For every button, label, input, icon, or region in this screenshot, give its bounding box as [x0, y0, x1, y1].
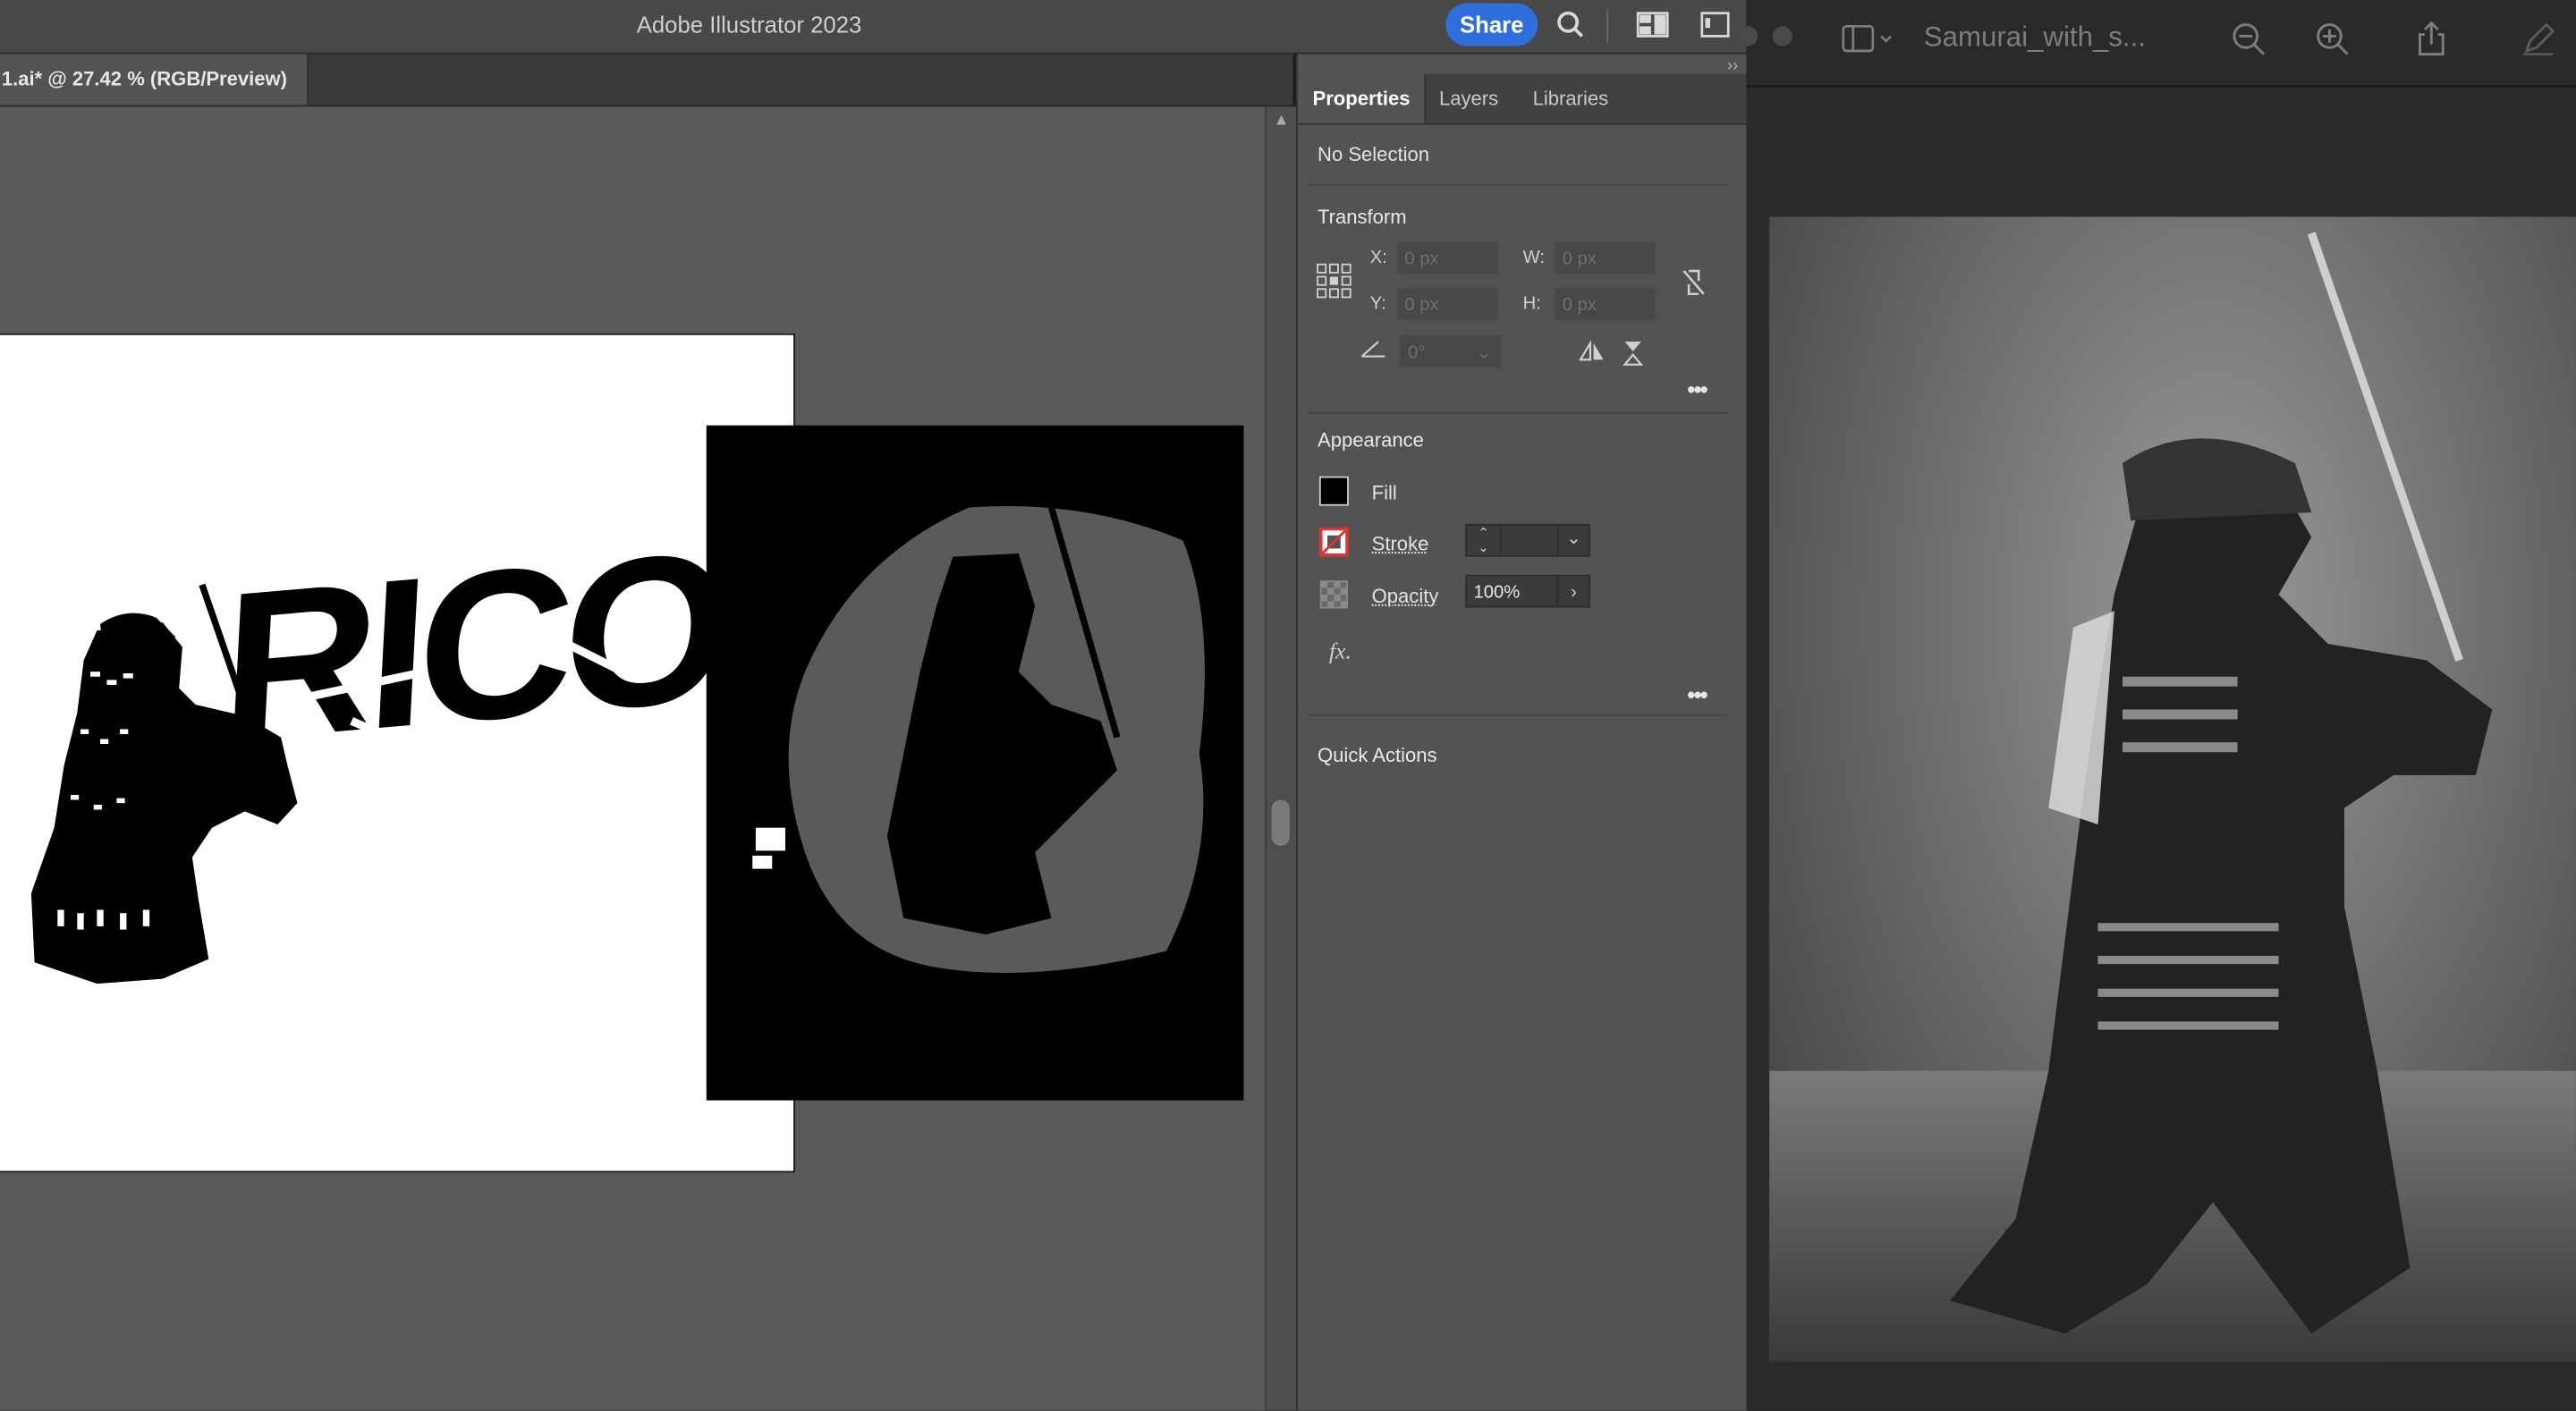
flip-horizontal-icon[interactable] [1578, 339, 1605, 371]
scrollbar-thumb[interactable] [1271, 799, 1290, 846]
fx-button[interactable]: fx. [1329, 640, 1352, 666]
workspace-icon[interactable] [1699, 10, 1732, 39]
properties-panel: ›› Properties Layers Libraries No Select… [1296, 54, 1749, 1411]
canvas[interactable]: RICO [0, 106, 1266, 1411]
w-label: W: [1522, 248, 1545, 268]
chevron-right-icon[interactable]: › [1557, 574, 1590, 608]
y-label: Y: [1369, 293, 1386, 314]
fill-swatch[interactable] [1318, 476, 1349, 506]
appearance-heading: Appearance [1318, 428, 1424, 452]
x-field[interactable]: 0 px [1396, 241, 1499, 275]
y-field[interactable]: 0 px [1396, 287, 1499, 321]
opacity-label[interactable]: Opacity [1372, 585, 1439, 608]
x-label: X: [1369, 248, 1387, 268]
chevron-down-icon[interactable]: ⌄ [1557, 525, 1589, 555]
rico-text: RICO [216, 506, 729, 787]
tab-layers[interactable]: Layers [1424, 74, 1513, 123]
window-control[interactable] [1772, 26, 1792, 46]
window-control[interactable] [1738, 26, 1758, 46]
illustrator-titlebar: Adobe Illustrator 2023 Share [0, 0, 1747, 55]
preview-document-title: Samurai_with_s... [1923, 21, 2146, 53]
collapse-panel-icon[interactable]: ›› [1727, 57, 1738, 75]
flip-vertical-icon[interactable] [1622, 340, 1645, 375]
tab-libraries[interactable]: Libraries [1518, 74, 1623, 123]
share-icon[interactable] [2413, 21, 2449, 57]
more-options-icon[interactable]: ••• [1687, 681, 1707, 707]
transform-heading: Transform [1318, 205, 1407, 229]
rotate-value: 0° [1408, 342, 1426, 363]
toolbar-separator [1606, 10, 1609, 43]
vertical-scrollbar[interactable]: ▲ [1265, 106, 1297, 1411]
tab-properties[interactable]: Properties [1297, 73, 1427, 123]
app-title: Adobe Illustrator 2023 [636, 11, 862, 38]
stroke-label[interactable]: Stroke [1372, 532, 1429, 555]
chevron-down-icon: ⌄ [1476, 342, 1492, 363]
fill-label: Fill [1371, 481, 1397, 504]
traced-samurai-image[interactable] [706, 425, 1244, 1101]
markup-pen-icon[interactable] [2520, 21, 2555, 57]
samurai-photo[interactable] [1769, 216, 2576, 1362]
selection-status: No Selection [1318, 142, 1430, 166]
stroke-weight-field[interactable]: ⌃ ⌄ ⌄ [1465, 523, 1590, 557]
stroke-swatch[interactable] [1318, 527, 1349, 565]
zoom-out-icon[interactable] [2231, 21, 2267, 57]
sidebar-toggle-icon[interactable] [1840, 21, 1895, 57]
share-button[interactable]: Share [1445, 3, 1538, 46]
stroke-stepper[interactable]: ⌃ ⌄ [1467, 525, 1502, 555]
opacity-icon [1319, 579, 1349, 617]
samurai-logo-artwork: RICO [30, 506, 729, 984]
constrain-proportions-icon[interactable] [1681, 267, 1707, 305]
document-tab-bar: 1.ai* @ 27.42 % (RGB/Preview) [0, 54, 1293, 107]
rotate-field[interactable]: 0° ⌄ [1399, 334, 1502, 368]
h-field[interactable]: 0 px [1554, 287, 1657, 321]
divider [1308, 412, 1729, 414]
quick-actions-heading: Quick Actions [1318, 744, 1437, 767]
divider [1308, 714, 1729, 716]
scroll-up-icon[interactable]: ▲ [1273, 112, 1289, 130]
h-label: H: [1522, 293, 1541, 314]
preview-titlebar: Samurai_with_s... [1738, 0, 2576, 88]
panel-tabs: Properties Layers Libraries [1297, 73, 1749, 125]
artboard[interactable]: RICO [0, 333, 795, 1173]
rotate-angle-icon [1360, 337, 1386, 367]
zoom-in-icon[interactable] [2315, 21, 2351, 57]
divider [1308, 183, 1729, 186]
search-icon[interactable] [1555, 10, 1588, 39]
more-options-icon[interactable]: ••• [1687, 376, 1707, 402]
reference-point-icon[interactable] [1316, 263, 1352, 308]
opacity-field[interactable]: 100% [1465, 574, 1558, 608]
w-field[interactable]: 0 px [1554, 241, 1657, 275]
arrange-documents-icon[interactable] [1636, 10, 1669, 39]
document-tab[interactable]: 1.ai* @ 27.42 % (RGB/Preview) [0, 54, 309, 106]
